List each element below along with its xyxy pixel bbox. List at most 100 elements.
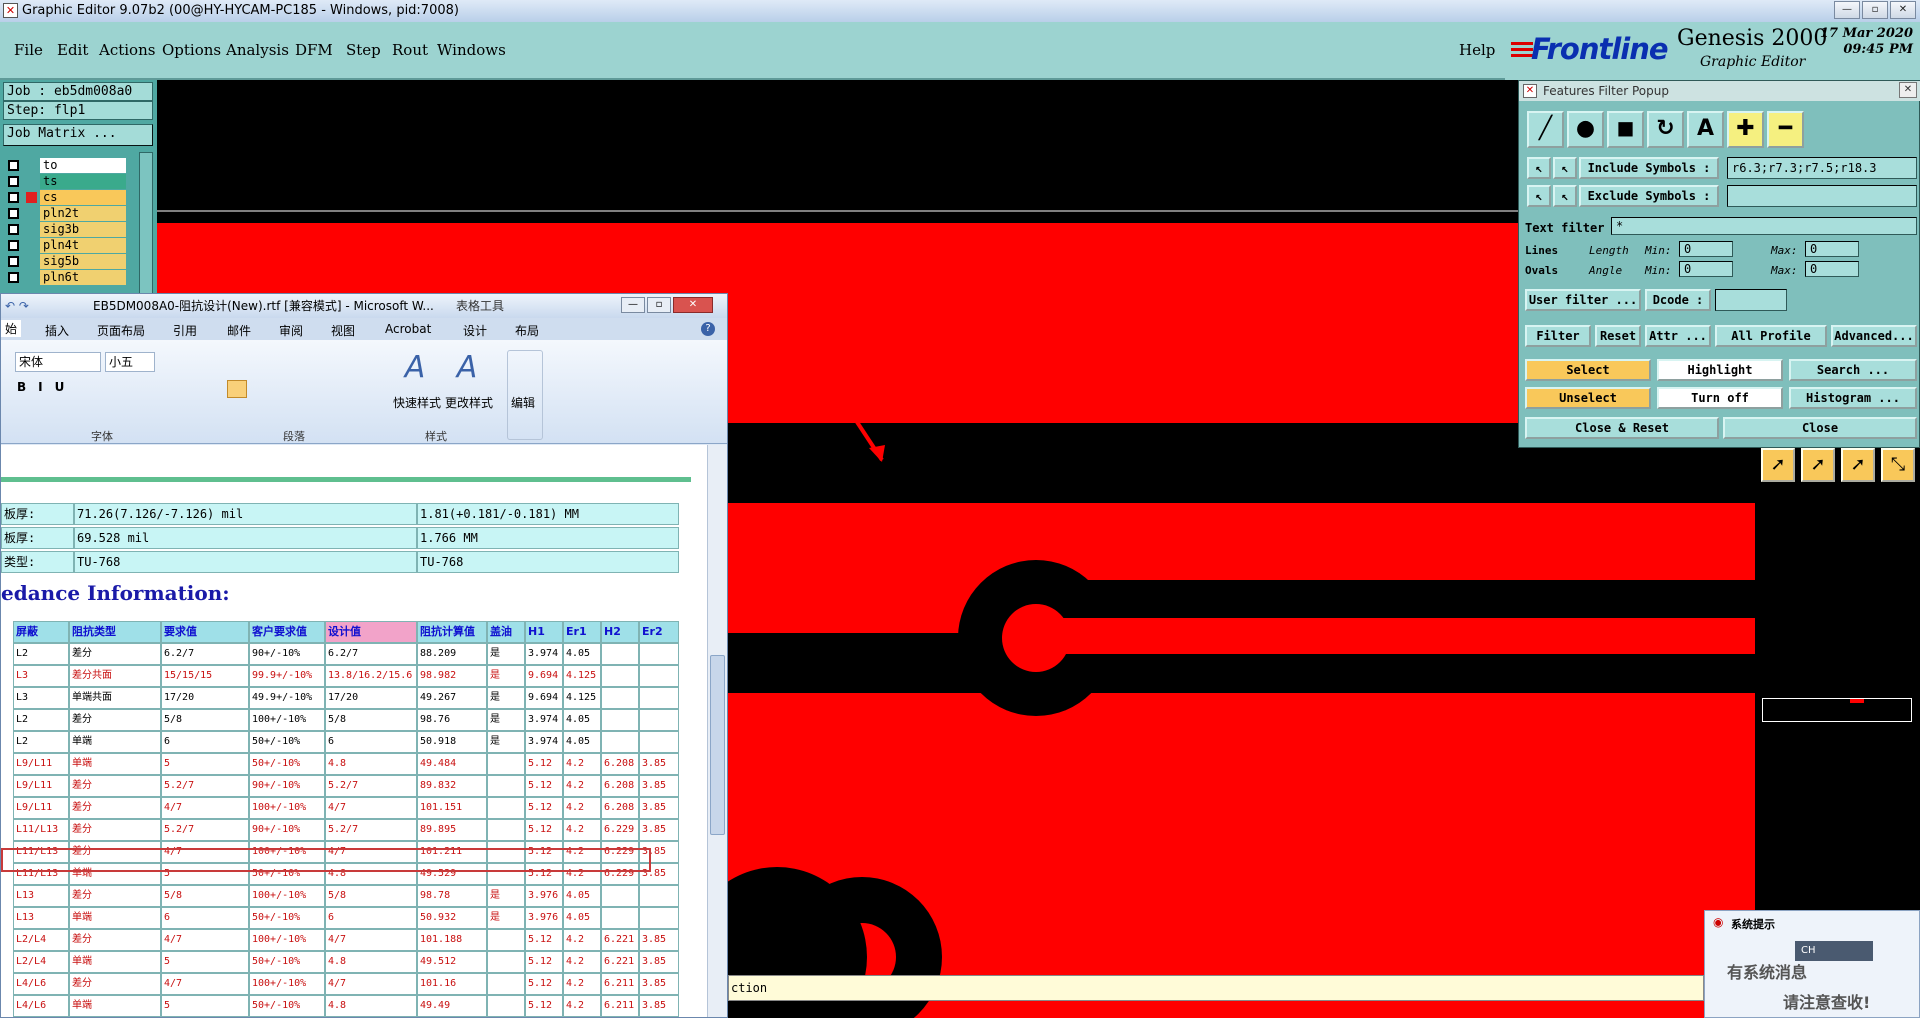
- length-max-input[interactable]: 0: [1805, 241, 1859, 257]
- exclude-wildcard-icon[interactable]: ↖: [1527, 185, 1551, 207]
- tab-acrobat[interactable]: Acrobat: [385, 322, 431, 336]
- unselect-button[interactable]: Unselect: [1525, 387, 1651, 409]
- undo-icon[interactable]: ↶ ↷: [5, 294, 29, 318]
- system-notification[interactable]: ◉ 系统提示 CH 有系统消息 请注意查收!: [1704, 910, 1920, 1018]
- pointer-tool-icon[interactable]: ➚: [1761, 448, 1795, 482]
- menu-windows[interactable]: Windows: [437, 41, 506, 59]
- layer-row-sig3b[interactable]: sig3b: [4, 222, 126, 237]
- advanced-button[interactable]: Advanced...: [1831, 325, 1917, 347]
- help-icon[interactable]: ?: [701, 322, 715, 336]
- tab-references[interactable]: 引用: [173, 322, 197, 339]
- menu-file[interactable]: File: [14, 41, 43, 59]
- layer-row-pln2t[interactable]: pln2t: [4, 206, 126, 221]
- close-button[interactable]: ✕: [1890, 1, 1916, 19]
- layer-checkbox[interactable]: [8, 208, 19, 219]
- include-browse-icon[interactable]: ↖: [1553, 157, 1577, 179]
- menu-dfm[interactable]: DFM: [295, 41, 333, 59]
- exclude-symbols-input[interactable]: [1727, 185, 1917, 207]
- close-filter-button[interactable]: Close: [1723, 417, 1917, 439]
- layer-row-pln6t[interactable]: pln6t: [4, 270, 126, 285]
- positive-polarity-icon[interactable]: ✚: [1727, 111, 1764, 148]
- dcode-input[interactable]: [1715, 289, 1787, 311]
- search-button[interactable]: Search ...: [1789, 359, 1917, 381]
- angle-checkbox[interactable]: Angle: [1589, 264, 1622, 277]
- user-filter-button[interactable]: User filter ...: [1525, 289, 1641, 311]
- filter-close-icon[interactable]: ✕: [1899, 82, 1917, 98]
- tab-design[interactable]: 设计: [463, 322, 487, 339]
- tab-insert[interactable]: 插入: [45, 322, 69, 339]
- document-scrollbar[interactable]: [707, 445, 727, 1017]
- layer-checkbox[interactable]: [8, 176, 19, 187]
- tab-layout[interactable]: 页面布局: [97, 322, 145, 339]
- highlight-button[interactable]: Highlight: [1657, 359, 1783, 381]
- tab-table-layout[interactable]: 布局: [515, 322, 539, 339]
- layer-checkbox[interactable]: [8, 224, 19, 235]
- document-page[interactable]: 板厚: 71.26(7.126/-7.126) mil 1.81(+0.181/-0…: [1, 445, 707, 1017]
- close-reset-button[interactable]: Close & Reset: [1525, 417, 1719, 439]
- ime-indicator[interactable]: CH: [1795, 941, 1873, 961]
- text-filter-input[interactable]: *: [1611, 217, 1917, 235]
- menu-rout[interactable]: Rout: [392, 41, 428, 59]
- measure-tool-icon[interactable]: ⤡: [1881, 448, 1915, 482]
- attr-button[interactable]: Attr ...: [1645, 325, 1711, 347]
- align-left-button[interactable]: [227, 380, 247, 398]
- change-styles-button[interactable]: 更改样式: [445, 394, 493, 411]
- filter-toggle[interactable]: Filter: [1525, 325, 1591, 347]
- menu-edit[interactable]: Edit: [57, 41, 88, 59]
- font-name-select[interactable]: 宋体: [15, 352, 101, 372]
- dcode-button[interactable]: Dcode :: [1645, 289, 1711, 311]
- arc-tool-icon[interactable]: ↻: [1647, 111, 1684, 148]
- pad-tool-icon[interactable]: ●: [1567, 111, 1604, 148]
- length-min-input[interactable]: 0: [1679, 241, 1733, 257]
- menu-help[interactable]: Help: [1459, 41, 1495, 59]
- histogram-button[interactable]: Histogram ...: [1789, 387, 1917, 409]
- turn-off-button[interactable]: Turn off: [1657, 387, 1783, 409]
- layer-checkbox[interactable]: [8, 160, 19, 171]
- all-profile-select[interactable]: All Profile: [1715, 325, 1827, 347]
- font-size-select[interactable]: 小五: [105, 352, 155, 372]
- layer-row-to[interactable]: to: [4, 158, 126, 173]
- quick-styles-button[interactable]: 快速样式: [393, 394, 441, 411]
- layer-row-pln4t[interactable]: pln4t: [4, 238, 126, 253]
- length-checkbox[interactable]: Length: [1589, 244, 1629, 257]
- scroll-thumb[interactable]: [710, 655, 725, 835]
- exclude-browse-icon[interactable]: ↖: [1553, 185, 1577, 207]
- text-tool-icon[interactable]: A: [1687, 111, 1724, 148]
- angle-min-input[interactable]: 0: [1679, 261, 1733, 277]
- menu-actions[interactable]: Actions: [99, 41, 155, 59]
- tab-review[interactable]: 审阅: [279, 322, 303, 339]
- layer-list-scrollbar[interactable]: [139, 152, 153, 300]
- layer-row-cs[interactable]: cs: [4, 190, 126, 205]
- surface-tool-icon[interactable]: ◼: [1607, 111, 1644, 148]
- change-styles-icon[interactable]: A: [445, 350, 489, 390]
- include-symbols-input[interactable]: r6.3;r7.3;r7.5;r18.3: [1727, 157, 1917, 179]
- job-matrix-button[interactable]: Job Matrix ...: [3, 124, 153, 146]
- quick-styles-icon[interactable]: A: [393, 350, 437, 390]
- minimize-button[interactable]: —: [1834, 1, 1860, 19]
- layer-row-ts[interactable]: ts: [4, 174, 126, 189]
- include-symbols-button[interactable]: Include Symbols :: [1579, 157, 1719, 179]
- layer-checkbox[interactable]: [8, 272, 19, 283]
- select-tool-icon[interactable]: ➚: [1801, 448, 1835, 482]
- exclude-symbols-button[interactable]: Exclude Symbols :: [1579, 185, 1719, 207]
- overview-box[interactable]: [1762, 698, 1912, 722]
- tab-mailings[interactable]: 邮件: [227, 322, 251, 339]
- layer-row-sig5b[interactable]: sig5b: [4, 254, 126, 269]
- angle-max-input[interactable]: 0: [1805, 261, 1859, 277]
- select-button[interactable]: Select: [1525, 359, 1651, 381]
- maximize-button[interactable]: ▫: [1862, 1, 1888, 19]
- layer-checkbox[interactable]: [8, 256, 19, 267]
- tab-start[interactable]: 始: [1, 320, 22, 337]
- layer-checkbox[interactable]: [8, 240, 19, 251]
- move-tool-icon[interactable]: ➚: [1841, 448, 1875, 482]
- line-tool-icon[interactable]: ╱: [1527, 111, 1564, 148]
- word-close-button[interactable]: ✕: [673, 297, 713, 313]
- word-minimize-button[interactable]: —: [621, 297, 645, 313]
- include-wildcard-icon[interactable]: ↖: [1527, 157, 1551, 179]
- reset-button[interactable]: Reset: [1595, 325, 1641, 347]
- menu-step[interactable]: Step: [346, 41, 381, 59]
- menu-options[interactable]: Options: [162, 41, 221, 59]
- ovals-checkbox[interactable]: Ovals: [1525, 264, 1558, 277]
- word-maximize-button[interactable]: ▫: [647, 297, 671, 313]
- menu-analysis[interactable]: Analysis: [226, 41, 289, 59]
